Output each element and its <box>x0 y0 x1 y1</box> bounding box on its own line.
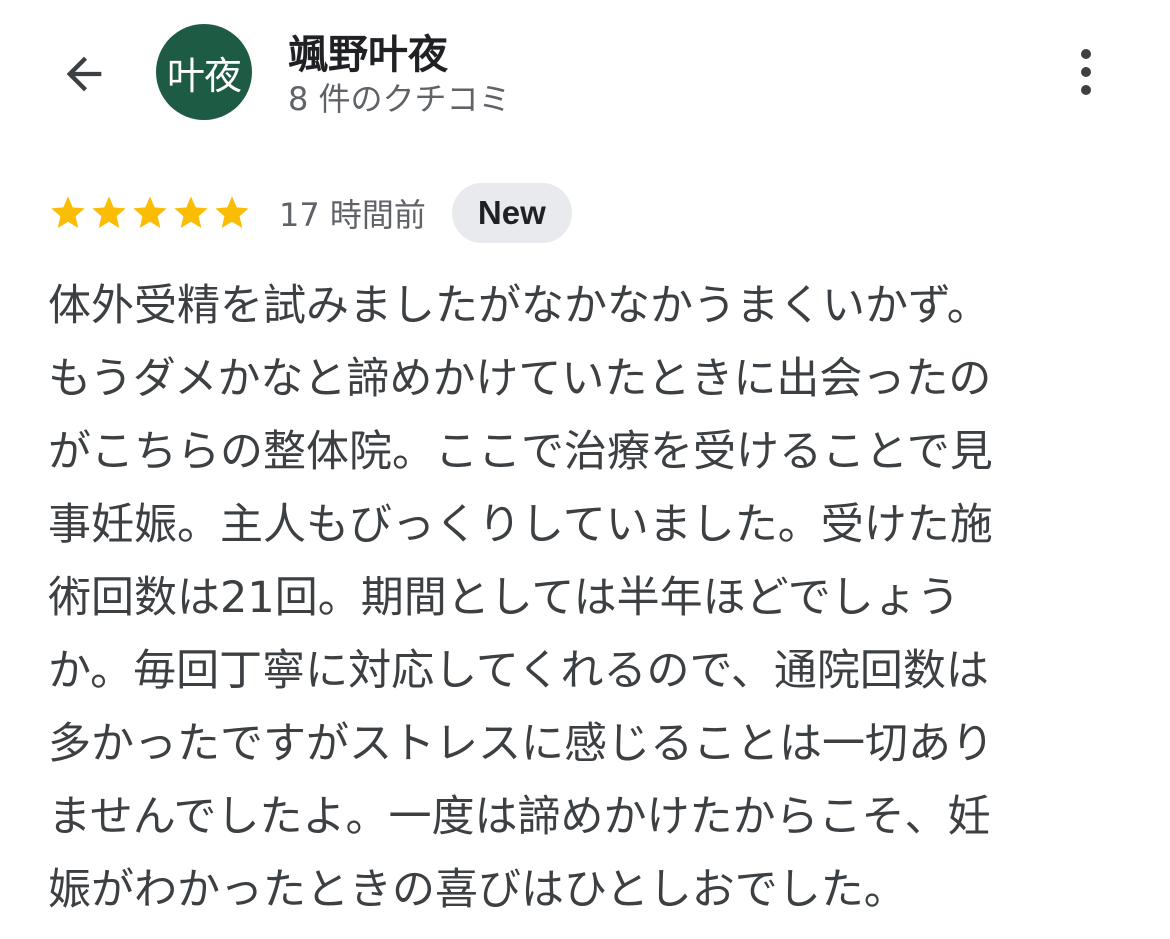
review-text-line: ませんでしたよ。一度は諦めかけたからこそ、妊 <box>48 792 991 842</box>
star-filled-icon <box>174 196 208 228</box>
review-text-line: もうダメかなと諦めかけていたときに出会ったの <box>48 354 992 404</box>
star-filled-icon <box>92 196 126 228</box>
more-vert-icon-dot <box>1081 67 1091 77</box>
arrow-left-icon <box>66 56 102 92</box>
review-text-line: 多かったですがストレスに感じることは一切あり <box>48 719 994 769</box>
review-count: 8 件のクチコミ <box>288 80 511 118</box>
review-text-line: がこちらの整体院。ここで治療を受けることで見 <box>48 427 993 477</box>
review-text-line: 術回数は21回。期間としては半年ほどでしょう <box>48 573 960 623</box>
reviewer-name[interactable]: 颯野叶夜 <box>288 22 448 80</box>
star-filled-icon <box>51 196 85 228</box>
review-text-line: か。毎回丁寧に対応してくれるので、通院回数は <box>48 646 989 696</box>
star-filled-icon <box>133 196 167 228</box>
star-rating <box>48 193 253 233</box>
review-meta: 17 時間前 New <box>48 182 572 244</box>
avatar-initials: 叶夜 <box>166 53 242 98</box>
back-button[interactable] <box>52 42 116 106</box>
new-badge: New <box>451 183 572 243</box>
more-options-button[interactable] <box>1060 40 1112 104</box>
review-text-line: 事妊娠。主人もびっくりしていました。受けた施 <box>48 500 993 550</box>
more-vert-icon-dot <box>1081 85 1091 95</box>
review-text: 体外受精を試みましたがなかなかうまくいかず。 もうダメかなと諦めかけていたときに… <box>48 270 1118 927</box>
review-text-line: 娠がわかったときの喜びはひとしおでした。 <box>48 865 907 915</box>
star-filled-icon <box>215 196 249 228</box>
avatar[interactable]: 叶夜 <box>156 24 252 120</box>
review-time: 17 時間前 <box>279 196 426 234</box>
more-vert-icon <box>1081 49 1091 59</box>
review-text-line: 体外受精を試みましたがなかなかうまくいかず。 <box>48 281 990 331</box>
